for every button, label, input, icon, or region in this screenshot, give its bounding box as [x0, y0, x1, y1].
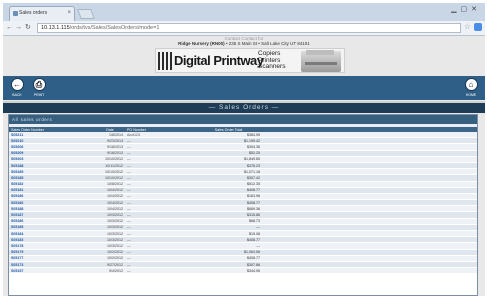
tab-title: Sales orders [19, 10, 48, 16]
section-title: All sales orders [9, 115, 477, 124]
window-controls[interactable]: ▁▢✕ [451, 5, 481, 13]
address-path: /ords/tvs/Sales/SalesOrders/mode=1 [69, 25, 160, 31]
printer-icon: ⎙ [32, 78, 46, 91]
company-name: Ridge Nursery (RN00) [178, 41, 225, 46]
back-icon: ← [10, 78, 24, 91]
page-title: — Sales Orders — [3, 101, 485, 113]
home-icon: ⌂ [464, 78, 478, 91]
row-filler [262, 267, 477, 275]
tagline-item: Scanners [258, 63, 286, 70]
reload-icon[interactable]: ↻ [25, 23, 31, 33]
browser-window: Sales orders × ▁▢✕ ← → ↻ 10.13.1.115/ord… [3, 3, 485, 296]
home-label: Home [465, 93, 477, 97]
order-date: 9/4/2012 [95, 267, 125, 275]
copier-image [301, 50, 341, 72]
forward-arrow-icon[interactable]: → [15, 23, 22, 33]
order-total: $344.95 [195, 267, 262, 275]
address-bar[interactable]: 10.13.1.115/ords/tvs/Sales/SalesOrders/m… [37, 23, 461, 33]
company-banner: Digital Printway Copiers Printers Scanne… [155, 48, 345, 73]
page-favicon-icon [13, 11, 18, 16]
print-button[interactable]: ⎙ Print [29, 78, 49, 97]
tab-close-icon[interactable]: × [67, 7, 71, 20]
back-arrow-icon[interactable]: ← [6, 23, 13, 33]
bookmark-star-icon[interactable]: ☆ [464, 22, 471, 31]
print-label: Print [33, 93, 45, 97]
back-button[interactable]: ← Back [7, 78, 27, 97]
po-number: — [125, 267, 195, 275]
home-button[interactable]: ⌂ Home [461, 78, 481, 97]
brand-tagline: Copiers Printers Scanners [258, 50, 286, 71]
company-address: • 235 S Main St • Salt Lake City UT 8410… [225, 41, 310, 46]
brand-stripes-logo [158, 52, 172, 70]
sales-order-number-link[interactable]: S05157 [9, 267, 95, 275]
page-content: Contact Contact for Ridge Nursery (RN00)… [3, 36, 485, 296]
sales-orders-table: Sales Order Number Date PO Number Sales … [9, 127, 477, 275]
company-line: Ridge Nursery (RN00) • 235 S Main St • S… [3, 41, 485, 46]
sales-orders-panel: All sales orders Sales Order Number Date… [8, 114, 478, 296]
address-host: 10.13.1.115 [41, 25, 70, 31]
brand-name: Digital Printway [174, 53, 264, 68]
navigation-bar: ← → ↻ 10.13.1.115/ords/tvs/Sales/SalesOr… [3, 21, 485, 36]
table-row[interactable]: S05157 9/4/2012— $344.95 [9, 267, 477, 275]
page-toolbar: ← Back ⎙ Print ⌂ Home [3, 76, 485, 100]
browser-menu-icon[interactable] [474, 23, 482, 31]
new-tab-button[interactable] [77, 9, 95, 19]
tab-strip: Sales orders × ▁▢✕ [3, 3, 485, 21]
browser-tab[interactable]: Sales orders × [9, 6, 75, 21]
back-label: Back [12, 93, 22, 97]
